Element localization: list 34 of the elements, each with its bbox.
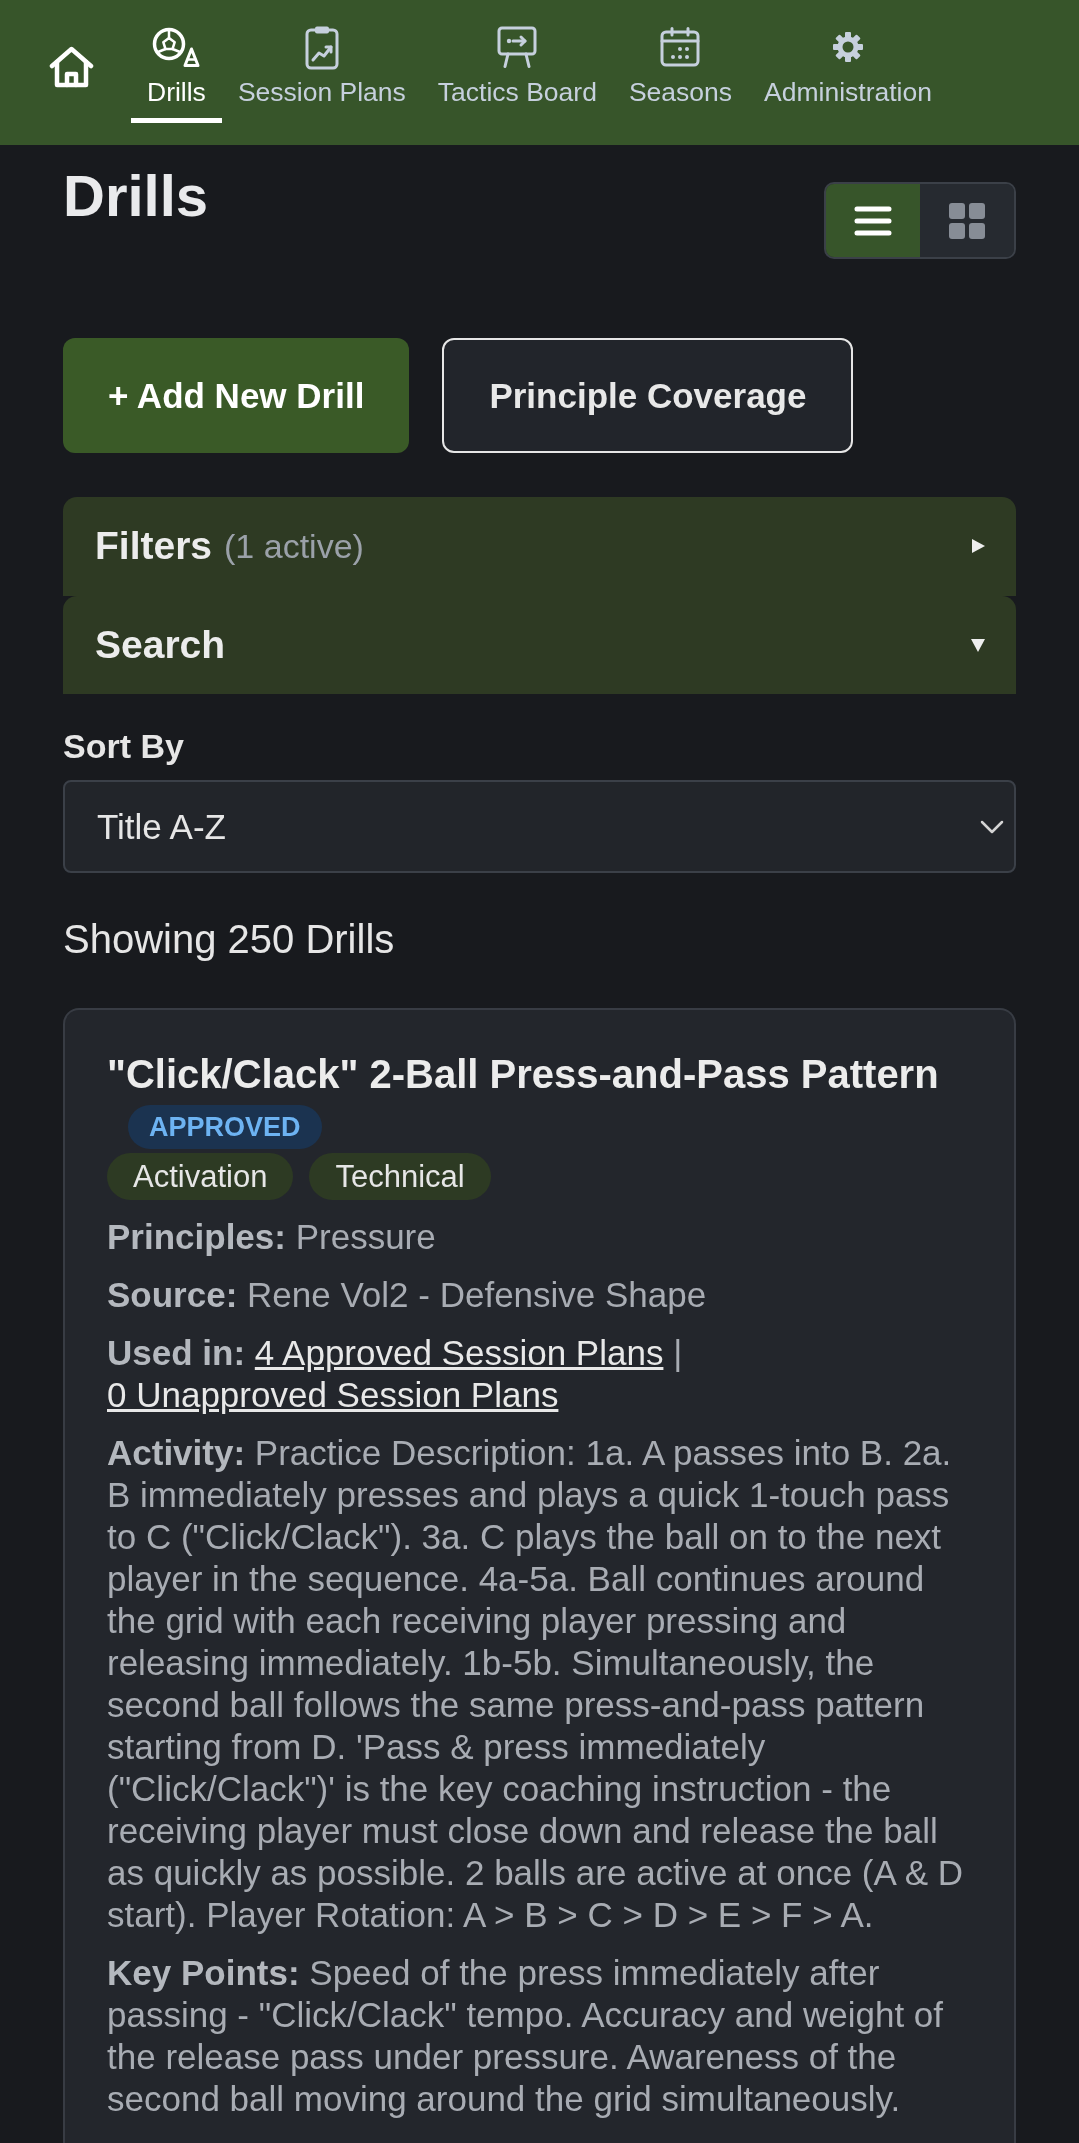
grid-icon [949,202,985,239]
category-tag: Technical [309,1153,491,1200]
session-plans-link[interactable]: 4 Approved Session Plans [254,1333,664,1372]
add-drill-button[interactable]: + Add New Drill [63,338,410,453]
nav-tab[interactable]: Tactics Board [421,22,613,123]
usage-text: Used in: 4 Approved Session Plans | 0 Unapproved Session Plans [107,1332,684,1416]
drill-detail-text: Activity: Practice Description: 1a. A passes into B. 2a. B immediately presses and plays a quick 1-touch pass to C ("Click/Clack"). 3a. C plays the ball on to the next player in the sequence. 4a-5a. Ball continues around the grid with each receiving player pressing and releasing immediately. 1b-5b. Simultaneously, the second ball follows the same press-and-pass pattern starting from D. 'Pass & press immediately ("Click/Clack")' is the key coaching instruction - the receiving player must close down and release the ball as quickly as possible. 2 balls are active at once (A & D start). Player Rotation: A > B > C > D > E > F > A. [107,1432,964,1936]
session-plans-link[interactable]: 0 Unapproved Session Plans [107,1375,559,1414]
drill-detail-text: Principles: Pressure [107,1216,437,1258]
list-view-button[interactable] [826,184,920,257]
drill-detail-text: Source: Rene Vol2 - Defensive Shape [107,1274,708,1316]
nav-tab[interactable]: Administration [748,22,948,123]
nav-tab[interactable]: Session Plans [221,22,422,123]
nav-tab[interactable]: Seasons [612,22,749,123]
chevron-down-icon [980,819,1004,834]
page-title: Drills [63,163,209,230]
home-icon[interactable] [49,46,94,88]
nav-tab[interactable]: Drills [131,22,222,123]
easel-board-icon [497,26,538,68]
accordion-header[interactable]: Search [63,595,1016,694]
coverage-button[interactable]: Principle Coverage [442,338,854,453]
category-tag: Activation [107,1153,294,1200]
calendar-icon [660,27,701,67]
status-badge: APPROVED [128,1105,322,1149]
sort-dropdown[interactable]: Title A-Z [63,780,1016,873]
accordion-header[interactable]: Filters (1 active) [63,497,1016,596]
sort-label: Sort By [63,726,185,766]
ball-and-cone-icon [152,26,201,68]
result-count: Showing 250 Drills [63,916,396,963]
drill-detail-text: Key Points: Speed of the press immediately after passing - "Click/Clack" tempo. Accuracy and weight of the release pass under pressure. Awareness of the second ball moving around the grid simultaneously. [107,1952,945,2120]
list-icon [854,205,892,236]
clipboard-chart-icon [304,24,339,70]
drill-title: "Click/Clack" 2-Ball Press-and-Pass Pattern [107,1051,940,1098]
settings-icon [832,31,864,63]
